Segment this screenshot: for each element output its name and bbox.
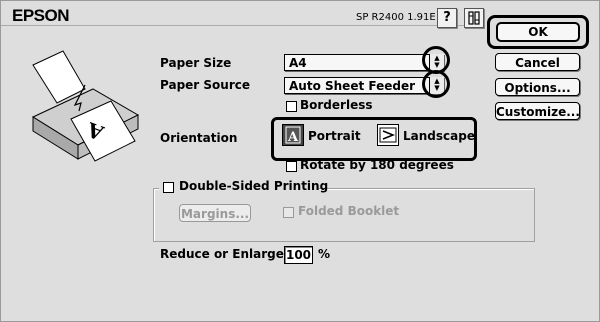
reduce-enlarge-input[interactable]: 100 bbox=[284, 246, 313, 264]
portrait-option[interactable]: A bbox=[282, 124, 304, 146]
paper-size-label: Paper Size bbox=[160, 56, 232, 70]
reduce-enlarge-label: Reduce or Enlarge bbox=[160, 247, 284, 261]
header-divider bbox=[1, 25, 481, 26]
margins-button[interactable]: Margins... bbox=[179, 204, 251, 222]
page-setup-dialog: EPSON SP R2400 1.91E ? OK Cancel Options… bbox=[0, 0, 600, 322]
portrait-icon: A bbox=[285, 126, 301, 145]
double-sided-label: Double-Sided Printing bbox=[179, 179, 329, 193]
borderless-label: Borderless bbox=[300, 98, 373, 112]
orientation-label: Orientation bbox=[160, 131, 238, 145]
paper-source-popup[interactable]: Auto Sheet Feeder ▲ ▼ bbox=[284, 77, 444, 94]
svg-text:A: A bbox=[287, 130, 299, 145]
portrait-label: Portrait bbox=[308, 129, 361, 143]
paper-source-label: Paper Source bbox=[160, 78, 250, 92]
paper-source-arrow-ring bbox=[422, 70, 450, 98]
double-sided-checkbox[interactable] bbox=[163, 182, 174, 193]
paper-source-value: Auto Sheet Feeder bbox=[289, 79, 415, 93]
help-icon: ? bbox=[443, 10, 451, 25]
ok-button[interactable]: OK bbox=[496, 22, 580, 42]
landscape-icon bbox=[379, 127, 397, 143]
config-icon bbox=[468, 11, 480, 25]
model-version: SP R2400 1.91E bbox=[356, 12, 436, 23]
config-button[interactable] bbox=[464, 8, 484, 28]
percent-unit: % bbox=[318, 247, 331, 261]
rotate-180-checkbox[interactable] bbox=[286, 161, 297, 172]
customize-button[interactable]: Customize... bbox=[495, 102, 580, 120]
folded-booklet-checkbox[interactable] bbox=[283, 207, 294, 218]
borderless-checkbox[interactable] bbox=[286, 101, 297, 112]
paper-size-popup[interactable]: A4 ▲ ▼ bbox=[284, 54, 444, 71]
paper-size-value: A4 bbox=[289, 56, 307, 70]
brand-logo: EPSON bbox=[12, 6, 70, 25]
folded-booklet-label: Folded Booklet bbox=[298, 204, 400, 218]
cancel-button[interactable]: Cancel bbox=[495, 53, 580, 71]
landscape-option[interactable] bbox=[377, 124, 399, 146]
printer-illustration: A bbox=[31, 50, 140, 162]
options-button[interactable]: Options... bbox=[495, 78, 580, 96]
help-button[interactable]: ? bbox=[437, 8, 457, 28]
rotate-180-label: Rotate by 180 degrees bbox=[300, 158, 454, 172]
landscape-label: Landscape bbox=[403, 129, 475, 143]
